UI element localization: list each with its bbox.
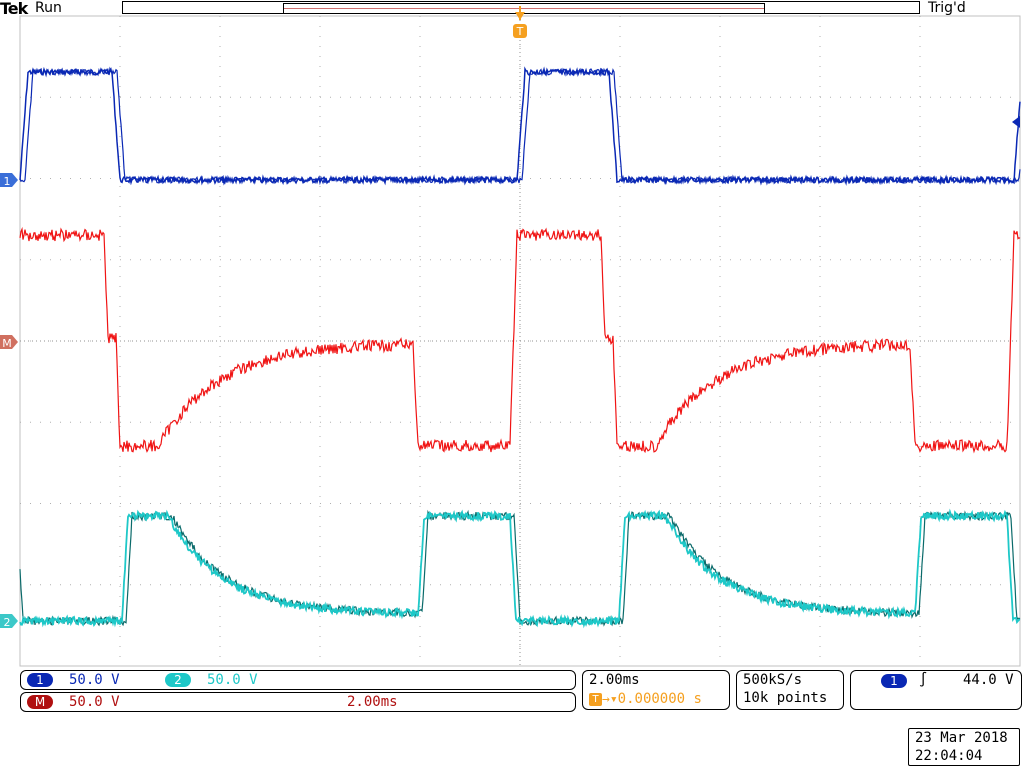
graticule: [19, 15, 1021, 667]
math-readout-panel[interactable]: M 50.0 V 2.00ms: [20, 692, 576, 712]
math-badge[interactable]: M: [27, 695, 53, 709]
ch1-ground-marker[interactable]: 1: [0, 173, 18, 188]
ch1-scale: 50.0 V: [69, 672, 120, 688]
acquisition-readout-panel[interactable]: 500kS/s 10k points: [736, 670, 844, 710]
timebase-value: 2.00ms: [589, 672, 640, 688]
trigger-delay-icon: T: [589, 692, 602, 706]
scope-display: T 1 M 2: [0, 6, 1021, 667]
math-scale: 50.0 V: [69, 694, 120, 710]
trigger-position-marker[interactable]: T: [513, 6, 527, 38]
ch2-scale: 50.0 V: [207, 672, 258, 688]
math-ground-marker[interactable]: M: [0, 335, 18, 350]
ch2-ground-marker[interactable]: 2: [0, 614, 18, 629]
ch1-marker-label: 1: [4, 175, 11, 188]
time: 22:04:04: [915, 748, 983, 764]
delay-arrow-icon: →▾: [602, 691, 618, 707]
ch2-marker-label: 2: [4, 616, 11, 629]
trigger-position-label: T: [516, 25, 524, 38]
trigger-level: 44.0 V: [963, 672, 1014, 688]
rising-edge-icon: ∫: [919, 672, 928, 688]
ch2-badge[interactable]: 2: [165, 673, 191, 687]
sample-rate: 500kS/s: [743, 672, 803, 688]
ch1-badge[interactable]: 1: [27, 673, 53, 687]
record-length: 10k points: [743, 690, 828, 706]
trigger-readout-panel[interactable]: 1 ∫ 44.0 V: [850, 670, 1022, 710]
math-marker-label: M: [2, 337, 12, 350]
channel-readout-panel[interactable]: 1 50.0 V 2 50.0 V: [20, 670, 576, 690]
date: 23 Mar 2018: [915, 730, 1008, 746]
trigger-delay-row: T →▾ 0.000000 s: [589, 691, 702, 707]
trigger-source-badge[interactable]: 1: [881, 674, 907, 688]
horizontal-readout-panel[interactable]: 2.00ms T →▾ 0.000000 s: [582, 670, 730, 710]
trigger-level-marker[interactable]: [1012, 116, 1020, 128]
trigger-delay-value: 0.000000 s: [617, 691, 702, 707]
math-timebase: 2.00ms: [347, 694, 398, 710]
datetime-panel: 23 Mar 2018 22:04:04: [908, 728, 1020, 766]
